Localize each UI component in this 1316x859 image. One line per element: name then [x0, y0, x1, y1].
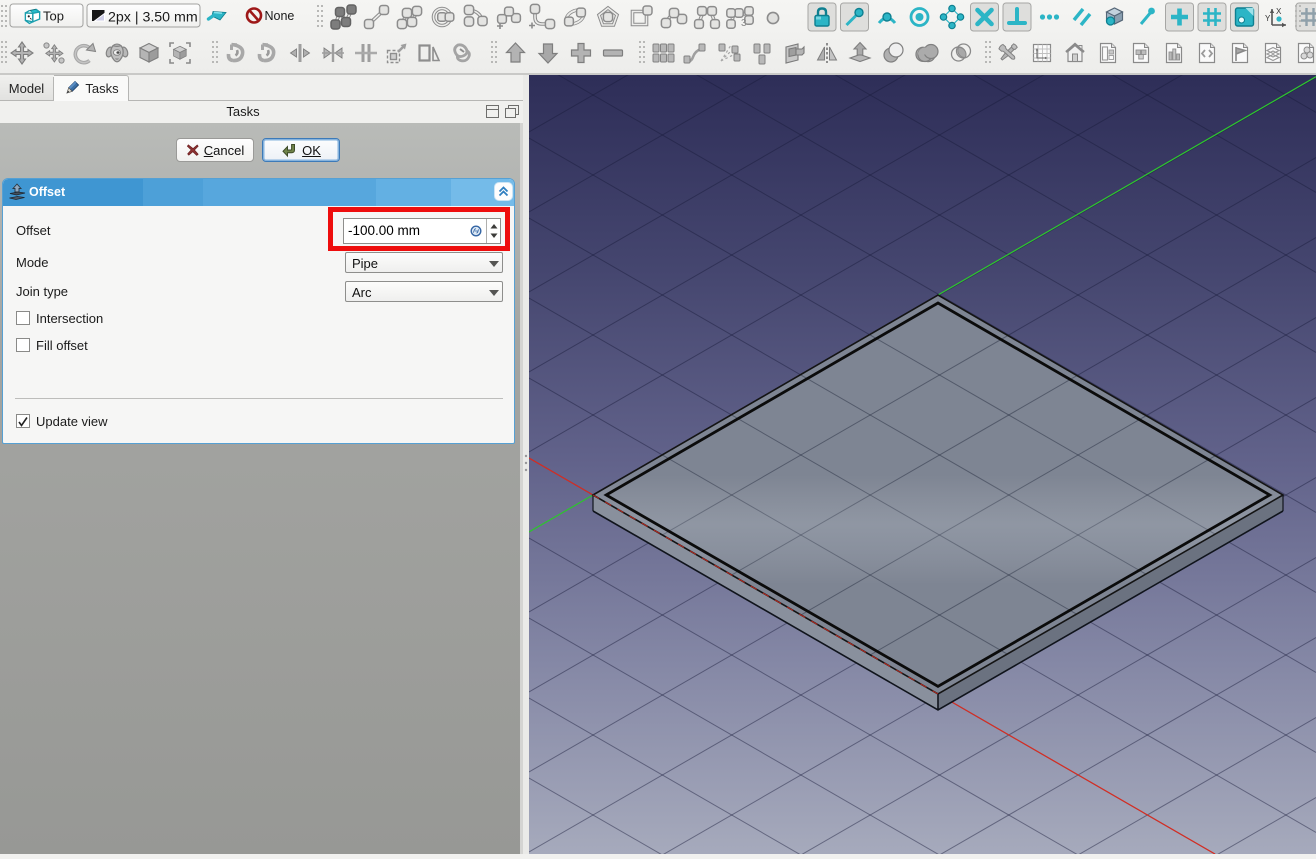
svg-text:None: None [265, 9, 295, 23]
svg-text:X: X [1276, 7, 1282, 16]
svg-text:3: 3 [741, 18, 747, 29]
svg-text:Y: Y [1265, 14, 1271, 23]
svg-text:2px | 3.50 mm: 2px | 3.50 mm [108, 10, 198, 26]
svg-text:Top: Top [43, 9, 64, 24]
